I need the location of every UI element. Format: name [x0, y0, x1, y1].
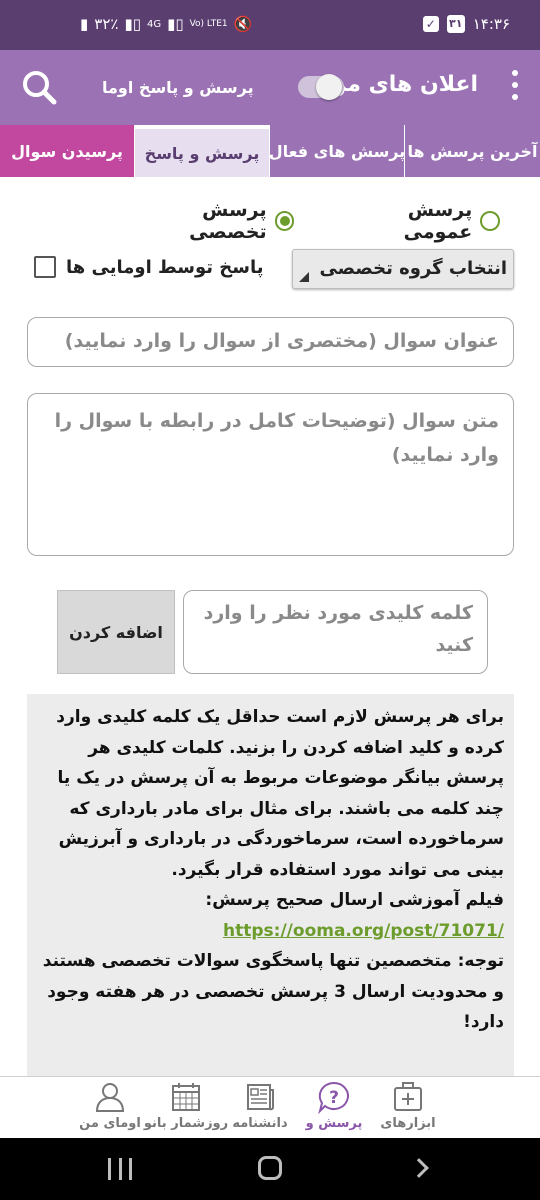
- newspaper-icon: [247, 1084, 274, 1111]
- clock: ۱۴:۳۶: [472, 15, 510, 33]
- svg-text:?: ?: [329, 1088, 339, 1108]
- recent-apps-icon[interactable]: [108, 1158, 132, 1180]
- battery-level: ۳۲٪: [94, 15, 119, 33]
- radio-specialized[interactable]: پرسش تخصصی: [120, 199, 295, 243]
- tab-questions-answers[interactable]: پرسش و پاسخ: [135, 125, 270, 177]
- ooma-answer-checkbox[interactable]: پاسخ توسط اومایی ها: [34, 256, 263, 278]
- question-body-input[interactable]: متن سوال (توضیحات کامل در رابطه با سوال …: [27, 393, 514, 556]
- keyword-help-box: برای هر پرسش لازم است حداقل یک کلمه کلید…: [27, 694, 514, 1076]
- question-type-group: پرسش تخصصی پرسش عمومی: [120, 199, 500, 243]
- nav-calendar-label: روزشمار بانو: [143, 1116, 229, 1131]
- radio-specialized-label: پرسش تخصصی: [189, 199, 267, 243]
- notification-check-icon: ✓: [422, 16, 439, 32]
- medical-kit-icon: [394, 1082, 422, 1111]
- status-left: ▮ ۳۲٪ ▮▯ 4G ▮▯ Vo) LTE1 🔇: [80, 15, 252, 33]
- battery-icon: ▮: [80, 15, 89, 33]
- back-icon[interactable]: [409, 1158, 429, 1178]
- calendar-icon: [172, 1083, 200, 1111]
- nav-tools[interactable]: ابزارهای: [370, 1077, 446, 1139]
- help-paragraph: برای هر پرسش لازم است حداقل یک کلمه کلید…: [56, 707, 504, 880]
- video-link[interactable]: https://ooma.org/post/71071/: [223, 921, 504, 941]
- person-icon: [95, 1083, 125, 1112]
- section-title: پرسش و پاسخ اوما: [102, 78, 254, 97]
- limit-note: توجه: متخصصین تنها پاسخگوی سوالات تخصصی …: [42, 951, 504, 1032]
- question-title-placeholder: عنوان سوال (مختصری از سوال را وارد نمایی…: [64, 330, 499, 352]
- status-bar: ▮ ۳۲٪ ▮▯ 4G ▮▯ Vo) LTE1 🔇 ✓ ۳۱ ۱۴:۳۶: [0, 0, 540, 50]
- keyword-placeholder: کلمه کلیدی مورد نظر را وارد کنید: [203, 602, 473, 656]
- question-body-placeholder: متن سوال (توضیحات کامل در رابطه با سوال …: [54, 410, 499, 466]
- app-bar: اعلان های من پرسش و پاسخ اوما: [0, 50, 540, 125]
- radio-general-label: پرسش عمومی: [403, 199, 473, 243]
- tab-ask-question[interactable]: پرسیدن سوال: [0, 125, 135, 177]
- mute-icon: 🔇: [233, 15, 253, 33]
- nav-my-ooma[interactable]: اومای من: [72, 1077, 148, 1139]
- specialty-group-label: انتخاب گروه تخصصی: [319, 258, 507, 279]
- search-icon[interactable]: [20, 68, 58, 106]
- dropdown-corner-icon: [299, 272, 309, 282]
- nav-qa[interactable]: ? پرسش و: [296, 1077, 372, 1139]
- system-navigation-bar: [0, 1138, 540, 1200]
- app-title: اعلان های من: [327, 72, 478, 97]
- nav-my-ooma-label: اومای من: [79, 1116, 141, 1131]
- notifications-toggle[interactable]: [298, 74, 344, 100]
- tab-latest-questions[interactable]: آخرین پرسش ها: [405, 125, 540, 177]
- status-right: ✓ ۳۱ ۱۴:۳۶: [422, 15, 510, 33]
- tab-active-questions[interactable]: پرسش های فعال: [270, 125, 405, 177]
- ooma-answer-label: پاسخ توسط اومایی ها: [66, 256, 264, 278]
- bottom-navigation: ابزارهای ? پرسش و دانشنامه روزشمار بانو …: [0, 1076, 540, 1138]
- calendar-badge: ۳۱: [446, 15, 465, 33]
- question-bubble-icon: ?: [318, 1081, 349, 1114]
- overflow-menu-icon[interactable]: [510, 70, 518, 106]
- radio-selected-indicator[interactable]: [274, 211, 295, 231]
- nav-encyclopedia-label: دانشنامه: [232, 1116, 288, 1131]
- home-icon[interactable]: [258, 1156, 282, 1180]
- nav-qa-label: پرسش و: [305, 1116, 363, 1131]
- radio-general[interactable]: پرسش عمومی: [334, 199, 500, 243]
- keyword-input[interactable]: کلمه کلیدی مورد نظر را وارد کنید: [183, 590, 488, 674]
- volte-indicator: Vo) LTE1: [189, 19, 228, 29]
- question-title-input[interactable]: عنوان سوال (مختصری از سوال را وارد نمایی…: [27, 317, 514, 367]
- nav-calendar[interactable]: روزشمار بانو: [144, 1077, 228, 1139]
- video-label: فیلم آموزشی ارسال صحیح پرسش:: [205, 890, 504, 910]
- network-type: 4G: [146, 18, 162, 30]
- tab-bar: پرسیدن سوال پرسش و پاسخ پرسش های فعال آخ…: [0, 125, 540, 177]
- radio-unselected-indicator[interactable]: [480, 211, 500, 231]
- checkbox-box[interactable]: [34, 256, 56, 278]
- signal-icon-2: ▮▯: [167, 15, 184, 33]
- nav-tools-label: ابزارهای: [380, 1116, 436, 1131]
- signal-icon: ▮▯: [124, 15, 141, 33]
- add-keyword-button[interactable]: اضافه کردن: [57, 590, 175, 674]
- nav-encyclopedia[interactable]: دانشنامه: [222, 1077, 298, 1139]
- specialty-group-select[interactable]: انتخاب گروه تخصصی: [292, 249, 514, 289]
